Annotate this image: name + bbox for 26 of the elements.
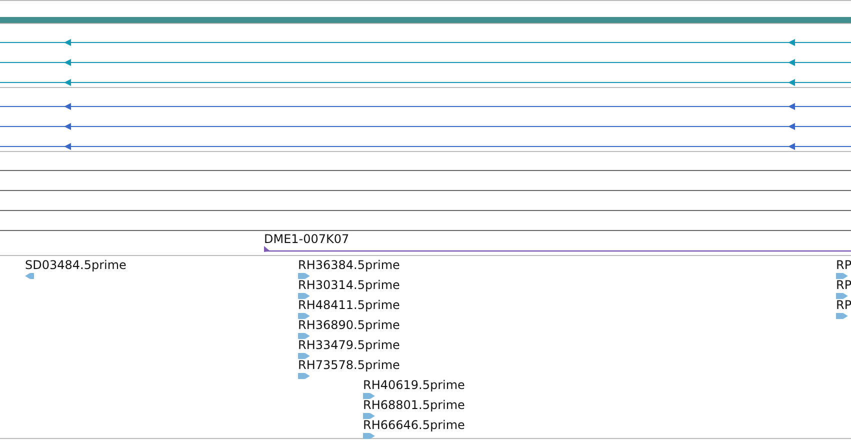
feature-label: RH40619.5prime bbox=[363, 378, 465, 392]
left-arrow-icon bbox=[64, 102, 71, 110]
left-arrow-icon bbox=[64, 78, 71, 86]
left-arrow-icon bbox=[64, 122, 71, 130]
left-arrow-icon bbox=[788, 122, 795, 130]
feature-label: RH73578.5prime bbox=[298, 358, 400, 372]
feature-label: RH30314.5prime bbox=[298, 278, 400, 292]
feature-label: RP bbox=[836, 278, 851, 292]
feature-label: SD03484.5prime bbox=[25, 258, 126, 272]
left-arrow-icon bbox=[64, 58, 71, 66]
left-arrow-icon bbox=[788, 58, 795, 66]
left-arrow-icon bbox=[64, 38, 71, 46]
left-arrow-icon bbox=[64, 142, 71, 150]
feature-label: RH68801.5prime bbox=[363, 398, 465, 412]
left-arrow-icon bbox=[788, 142, 795, 150]
left-arrow-icon bbox=[788, 102, 795, 110]
feature-label: RP bbox=[836, 258, 851, 272]
feature-label: RH36890.5prime bbox=[298, 318, 400, 332]
feature-label: RP bbox=[836, 298, 851, 312]
feature-label: RH36384.5prime bbox=[298, 258, 400, 272]
left-arrow-icon bbox=[788, 38, 795, 46]
feature-label: RH66646.5prime bbox=[363, 418, 465, 432]
feature-label: RH33479.5prime bbox=[298, 338, 400, 352]
left-arrow-icon bbox=[788, 78, 795, 86]
feature-label: RH48411.5prime bbox=[298, 298, 400, 312]
clone-label: DME1-007K07 bbox=[264, 232, 350, 246]
